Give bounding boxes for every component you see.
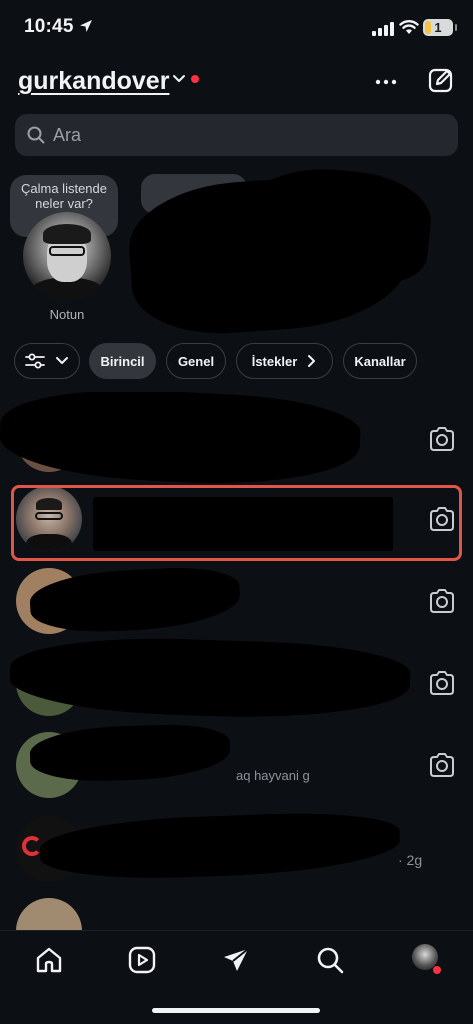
search-icon[interactable]	[315, 945, 345, 975]
tab-kanallar[interactable]: Kanallar	[343, 343, 417, 379]
compose-icon[interactable]	[427, 66, 455, 94]
own-note-label: Notun	[49, 307, 85, 322]
location-arrow-icon	[80, 20, 92, 32]
tab-genel[interactable]: Genel	[166, 343, 226, 379]
avatar	[16, 898, 82, 930]
tab-istekler[interactable]: İstekler	[236, 343, 333, 379]
chevron-right-icon	[308, 355, 316, 367]
camera-icon[interactable]	[428, 426, 456, 452]
notification-dot	[433, 966, 441, 974]
chevron-down-icon[interactable]	[172, 74, 186, 84]
notes-row: Çalma listende neler var? Notun	[0, 160, 473, 340]
battery-icon: 1	[423, 19, 457, 36]
status-time: 10:45	[24, 16, 74, 37]
notification-dot	[191, 75, 199, 83]
filter-settings-button[interactable]	[14, 343, 80, 379]
search-icon	[27, 126, 45, 144]
more-options-icon[interactable]	[374, 70, 398, 94]
message-preview: · 2g	[398, 852, 423, 868]
reels-icon[interactable]	[127, 945, 157, 975]
home-indicator	[152, 1008, 320, 1013]
own-note-text: Çalma listende neler var?	[21, 181, 107, 211]
search-placeholder: Ara	[53, 125, 82, 145]
camera-icon[interactable]	[428, 752, 456, 778]
message-preview: aq hayvani g	[236, 768, 310, 783]
own-note-avatar[interactable]	[23, 212, 111, 300]
list-item[interactable]	[0, 892, 473, 930]
redaction-box	[93, 497, 393, 551]
sliders-icon	[25, 353, 45, 369]
direct-messages-icon[interactable]	[221, 945, 251, 975]
tab-label: Kanallar	[354, 353, 406, 369]
status-bar: 10:45 1	[0, 0, 473, 58]
wifi-icon	[399, 20, 419, 34]
camera-icon[interactable]	[428, 588, 456, 614]
battery-level: 1	[434, 20, 442, 35]
message-list: aq hayvani g · 2g	[0, 392, 473, 930]
tab-birincil[interactable]: Birincil	[89, 343, 156, 379]
tab-label: İstekler	[251, 353, 298, 369]
account-switcher[interactable]: gurkandover	[18, 67, 169, 96]
cellular-signal-icon	[372, 22, 394, 36]
search-input[interactable]: Ara	[15, 114, 458, 156]
chevron-down-icon	[56, 357, 68, 364]
home-icon[interactable]	[34, 945, 64, 975]
tab-label: Birincil	[100, 353, 145, 369]
filter-chips: Birincil Genel İstekler Kanallar	[0, 343, 473, 380]
header: gurkandover	[0, 58, 473, 106]
tab-label: Genel	[177, 353, 215, 369]
camera-icon[interactable]	[428, 670, 456, 696]
